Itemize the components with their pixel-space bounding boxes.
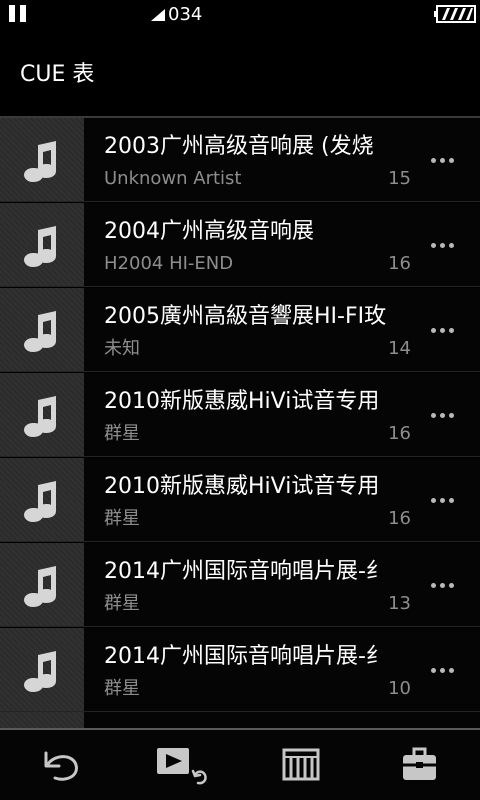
- bottom-navigation-bar: [0, 730, 480, 800]
- toolbox-icon: [403, 747, 436, 780]
- music-note-icon: [24, 141, 56, 182]
- pause-icon[interactable]: [8, 5, 28, 23]
- track-thumbnail: [0, 543, 84, 627]
- track-title: 2010新版惠威HiVi试音专用: [104, 474, 380, 499]
- track-thumbnail: [0, 712, 84, 728]
- track-count: 16: [388, 423, 411, 444]
- track-artist: 群星: [104, 678, 140, 699]
- track-artist: 群星: [104, 423, 140, 444]
- track-artist: 群星: [104, 593, 140, 614]
- track-list-item[interactable]: 2005廣州高級音響展HI-FI玫 未知 14: [0, 288, 480, 372]
- more-icon[interactable]: [425, 150, 459, 170]
- toolbox-button[interactable]: [387, 740, 453, 790]
- back-icon: [44, 751, 78, 781]
- more-icon[interactable]: [425, 405, 459, 425]
- track-thumbnail: [0, 628, 84, 712]
- track-list-item[interactable]: 2014广州国际音响唱片展-纟 群星 13: [0, 543, 480, 627]
- battery-icon: [434, 5, 476, 23]
- signal-icon: [151, 9, 165, 21]
- more-icon[interactable]: [425, 490, 459, 510]
- music-note-icon: [24, 396, 56, 437]
- track-title: 2014广州国际音响唱片展-纟: [104, 559, 388, 584]
- track-title: 2003广州高级音响展 (发烧: [104, 134, 374, 159]
- track-artist: 群星: [104, 508, 140, 529]
- track-title: 2010新版惠威HiVi试音专用: [104, 389, 380, 414]
- status-bar: 034: [0, 0, 480, 30]
- track-artist: Unknown Artist: [104, 168, 242, 189]
- more-icon[interactable]: [425, 320, 459, 340]
- status-time: 034: [168, 4, 203, 25]
- track-list-item[interactable]: 2010新版惠威HiVi试音专用 群星 16: [0, 458, 480, 542]
- now-playing-button[interactable]: [150, 740, 216, 790]
- track-count: 14: [388, 338, 411, 359]
- more-icon[interactable]: [425, 575, 459, 595]
- music-note-icon: [24, 311, 56, 352]
- track-title: 2014广州国际音响唱片展-纟: [104, 644, 388, 669]
- track-title: 2005廣州高級音響展HI-FI玫: [104, 304, 387, 329]
- music-note-icon: [24, 226, 56, 267]
- queue-button[interactable]: [268, 740, 334, 790]
- track-list-item[interactable]: 2010新版惠威HiVi试音专用 群星 16: [0, 373, 480, 457]
- partial-list-item: [0, 712, 480, 728]
- track-title: 2004广州高级音响展: [104, 219, 314, 244]
- track-count: 16: [388, 253, 411, 274]
- music-note-icon: [24, 566, 56, 607]
- track-thumbnail: [0, 118, 84, 202]
- track-list-item[interactable]: 2003广州高级音响展 (发烧 Unknown Artist 15: [0, 118, 480, 202]
- title-bar: CUE 表: [0, 30, 480, 116]
- page-title: CUE 表: [20, 62, 95, 87]
- more-icon[interactable]: [425, 235, 459, 255]
- track-count: 13: [388, 593, 411, 614]
- track-list-item[interactable]: 2014广州国际音响唱片展-纟 群星 10: [0, 628, 480, 712]
- queue-icon: [282, 748, 320, 781]
- back-button[interactable]: [28, 740, 94, 790]
- track-artist: 未知: [104, 338, 140, 359]
- track-count: 10: [388, 678, 411, 699]
- track-thumbnail: [0, 373, 84, 457]
- track-thumbnail: [0, 288, 84, 372]
- now-playing-icon: [157, 748, 207, 785]
- music-note-icon: [24, 481, 56, 522]
- track-count: 15: [388, 168, 411, 189]
- track-count: 16: [388, 508, 411, 529]
- more-icon[interactable]: [425, 660, 459, 680]
- track-thumbnail: [0, 203, 84, 287]
- track-artist: H2004 HI-END: [104, 253, 234, 274]
- track-list-item[interactable]: 2004广州高级音响展 H2004 HI-END 16: [0, 203, 480, 287]
- cue-track-list[interactable]: 2003广州高级音响展 (发烧 Unknown Artist 15 2004广州…: [0, 118, 480, 728]
- track-thumbnail: [0, 458, 84, 542]
- music-note-icon: [24, 651, 56, 692]
